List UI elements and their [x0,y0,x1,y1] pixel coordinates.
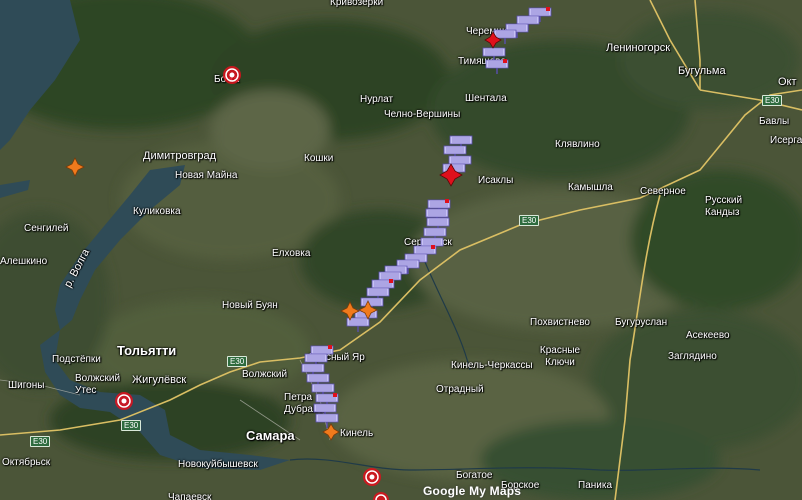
ring-marker[interactable] [373,492,389,500]
track-markers [301,7,552,428]
ring-marker[interactable] [363,468,381,486]
marker-layer [65,7,552,500]
map-attribution-logo: Google My Maps [423,484,522,498]
track-marker[interactable] [485,59,509,74]
track-marker[interactable] [315,413,339,428]
ring-marker[interactable] [223,66,241,84]
star-marker[interactable] [65,157,85,177]
ring-marker[interactable] [115,392,133,410]
star-marker[interactable] [322,423,340,441]
map-view[interactable]: E30 E30 E30 E30 E30 Кривозерки Черемшан … [0,0,802,500]
